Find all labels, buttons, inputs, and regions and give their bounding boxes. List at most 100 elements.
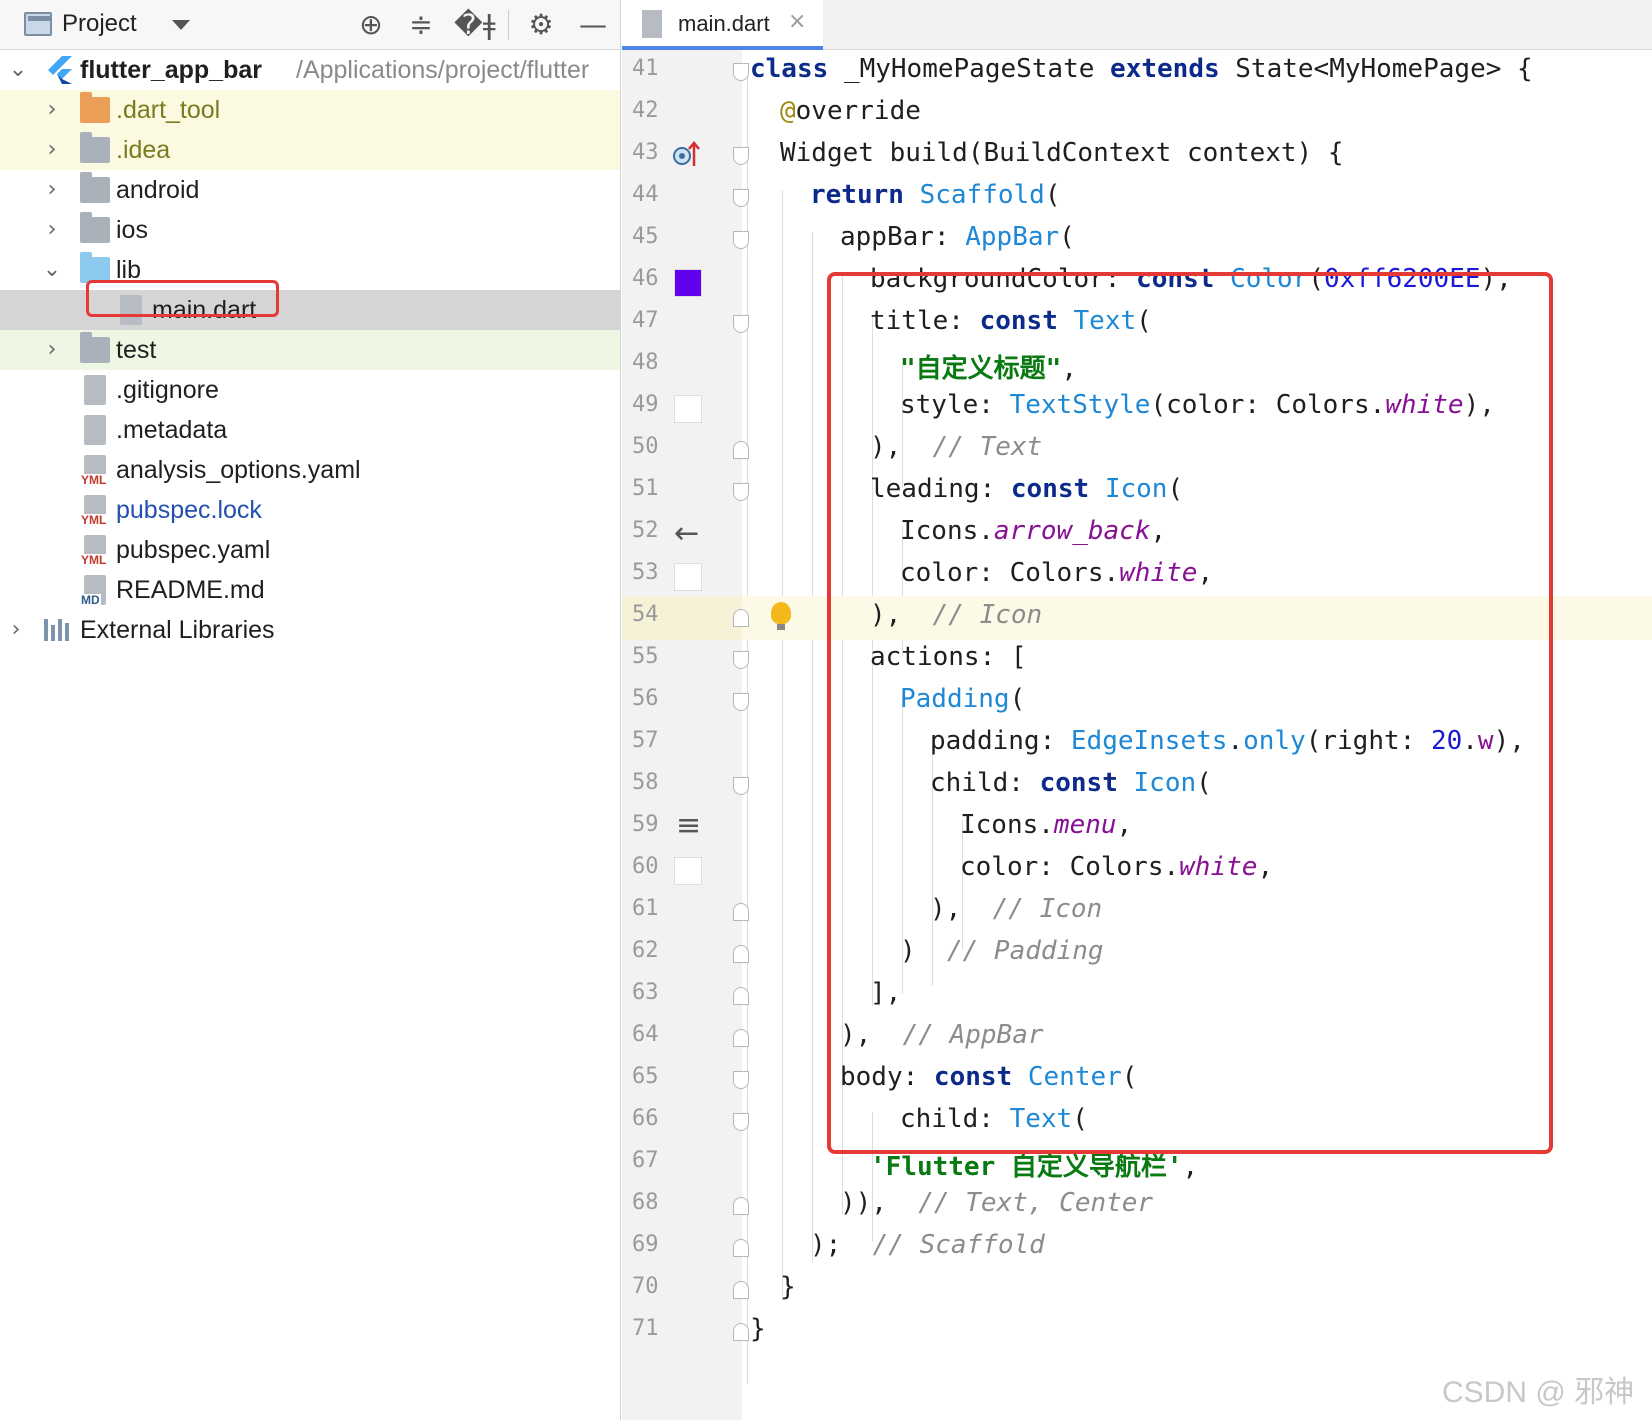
project-window-icon: [24, 12, 52, 36]
file-type-badge: YML: [80, 473, 108, 487]
line-number: 62: [632, 938, 659, 963]
minimize-icon[interactable]: —: [576, 8, 610, 42]
fold-icon[interactable]: [733, 231, 749, 249]
close-icon[interactable]: ×: [788, 9, 806, 34]
fold-icon[interactable]: [733, 693, 749, 711]
code-line: 45 appBar: AppBar(: [632, 222, 1075, 252]
fold-icon[interactable]: [733, 1197, 749, 1215]
tree-item-label: analysis_options.yaml: [116, 456, 361, 484]
tree-item-test[interactable]: › test: [0, 330, 620, 370]
line-number: 69: [632, 1232, 659, 1257]
project-panel: Project ⊕ ≑ �ǂ ⚙ — ⌄ flutter_app_bar /Ap…: [0, 0, 621, 1420]
toolbar-divider: [508, 10, 509, 40]
yaml-file-icon: YML: [80, 535, 108, 567]
fold-icon[interactable]: [733, 1029, 749, 1047]
chevron-down-icon[interactable]: ⌄: [42, 258, 62, 282]
tab-main-dart[interactable]: main.dart ×: [622, 0, 823, 50]
chevron-down-icon[interactable]: [172, 20, 190, 30]
chevron-right-icon[interactable]: ›: [42, 338, 62, 362]
chevron-right-icon[interactable]: ›: [42, 98, 62, 122]
tree-item-readme[interactable]: MD README.md: [0, 570, 620, 610]
fold-icon[interactable]: [733, 987, 749, 1005]
line-number: 53: [632, 560, 659, 585]
highlight-box-appbar: [827, 272, 1553, 1154]
folder-icon: [80, 92, 110, 123]
tree-item-label: .dart_tool: [116, 96, 221, 124]
file-type-badge: MD: [80, 593, 101, 607]
fold-icon[interactable]: [733, 1239, 749, 1257]
line-number: 48: [632, 350, 659, 375]
fold-icon[interactable]: [733, 1113, 749, 1131]
code-line: 68 )), // Text, Center: [632, 1188, 1154, 1218]
tree-item-pubspec-lock[interactable]: YML pubspec.lock: [0, 490, 620, 530]
tree-item-android[interactable]: › android: [0, 170, 620, 210]
color-swatch-white[interactable]: [674, 857, 702, 885]
line-number: 50: [632, 434, 659, 459]
color-swatch-white[interactable]: [674, 395, 702, 423]
override-method-icon[interactable]: [672, 140, 702, 170]
line-number: 57: [632, 728, 659, 753]
fold-icon[interactable]: [733, 777, 749, 795]
watermark: CSDN @ 邪神: [1442, 1376, 1635, 1409]
tab-label: main.dart: [678, 11, 770, 36]
fold-icon[interactable]: [733, 147, 749, 165]
line-number: 46: [632, 266, 659, 291]
fold-icon[interactable]: [733, 945, 749, 963]
tree-item-label: ios: [116, 216, 148, 244]
ignore-file-icon: [84, 375, 106, 405]
line-number: 56: [632, 686, 659, 711]
color-swatch-white[interactable]: [674, 563, 702, 591]
fold-icon[interactable]: [733, 651, 749, 669]
collapse-all-icon[interactable]: �ǂ: [454, 8, 496, 42]
fold-icon[interactable]: [733, 441, 749, 459]
gear-icon[interactable]: ⚙: [524, 8, 558, 42]
crosshair-locate-icon[interactable]: ⊕: [354, 8, 388, 42]
text-file-icon: [84, 415, 106, 445]
chevron-down-icon[interactable]: ⌄: [8, 58, 28, 82]
fold-icon[interactable]: [733, 483, 749, 501]
tree-item-ios[interactable]: › ios: [0, 210, 620, 250]
tree-item-pubspec-yaml[interactable]: YML pubspec.yaml: [0, 530, 620, 570]
fold-icon[interactable]: [733, 63, 749, 81]
flutter-logo-icon: [48, 56, 72, 84]
fold-icon[interactable]: [733, 609, 749, 627]
arrow-back-icon: ←: [674, 516, 700, 551]
line-number: 71: [632, 1316, 659, 1341]
file-type-badge: YML: [80, 513, 108, 527]
tree-item-external-libraries[interactable]: › External Libraries: [0, 610, 620, 650]
line-number: 61: [632, 896, 659, 921]
fold-icon[interactable]: [733, 315, 749, 333]
tree-item-idea[interactable]: › .idea: [0, 130, 620, 170]
chevron-right-icon[interactable]: ›: [42, 218, 62, 242]
line-number: 64: [632, 1022, 659, 1047]
tree-item-dart-tool[interactable]: › .dart_tool: [0, 90, 620, 130]
chevron-right-icon[interactable]: ›: [42, 178, 62, 202]
color-swatch-purple[interactable]: [674, 269, 702, 297]
line-number: 66: [632, 1106, 659, 1131]
tree-item-label: flutter_app_bar: [80, 56, 262, 84]
line-number: 49: [632, 392, 659, 417]
tree-item-analysis-options[interactable]: YML analysis_options.yaml: [0, 450, 620, 490]
chevron-right-icon[interactable]: ›: [6, 618, 26, 642]
fold-icon[interactable]: [733, 1071, 749, 1089]
lightbulb-icon[interactable]: [771, 602, 791, 630]
tree-item-label: .idea: [116, 136, 171, 164]
fold-icon[interactable]: [733, 1281, 749, 1299]
code-line: 44 return Scaffold(: [632, 180, 1061, 210]
tree-item-metadata[interactable]: .metadata: [0, 410, 620, 450]
project-panel-title[interactable]: Project: [62, 10, 137, 38]
fold-icon[interactable]: [733, 189, 749, 207]
expand-all-icon[interactable]: ≑: [404, 8, 438, 42]
tree-item-label: External Libraries: [80, 616, 275, 644]
line-number: 67: [632, 1148, 659, 1173]
line-number: 59: [632, 812, 659, 837]
tree-item-project-root[interactable]: ⌄ flutter_app_bar /Applications/project/…: [0, 50, 620, 90]
code-line: 42 @override: [632, 96, 921, 126]
fold-icon[interactable]: [733, 903, 749, 921]
tree-item-label: pubspec.yaml: [116, 536, 271, 564]
fold-icon[interactable]: [733, 1323, 749, 1341]
chevron-right-icon[interactable]: ›: [42, 138, 62, 162]
code-area[interactable]: 41 class _MyHomePageState extends State<…: [622, 50, 1652, 1420]
yaml-file-icon: YML: [80, 495, 108, 527]
tree-item-gitignore[interactable]: .gitignore: [0, 370, 620, 410]
